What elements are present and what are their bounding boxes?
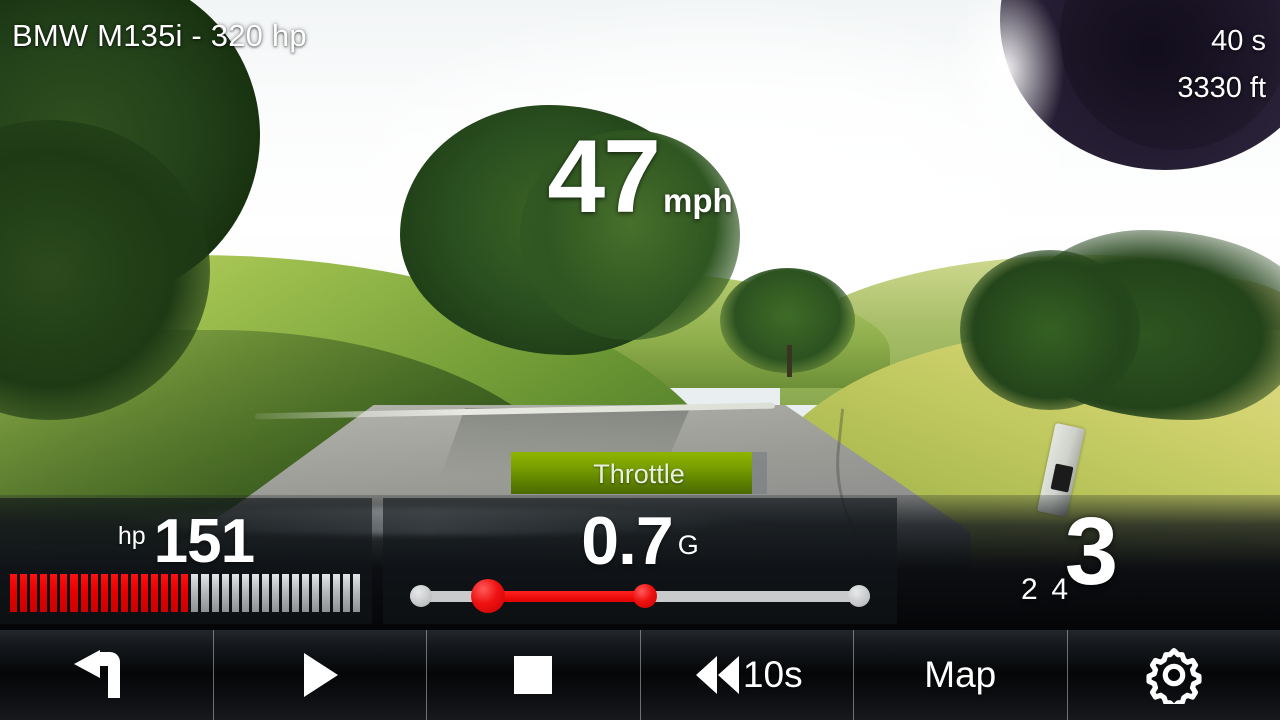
power-segment — [272, 574, 280, 612]
power-segment — [80, 574, 88, 612]
gforce-panel: 0.7 G — [383, 498, 897, 624]
throttle-gauge: Throttle — [511, 452, 767, 494]
power-segment — [221, 574, 229, 612]
back-button[interactable] — [0, 630, 214, 720]
power-segment — [302, 574, 310, 612]
gforce-track-start-cap — [410, 585, 432, 607]
power-segment — [342, 574, 350, 612]
power-readout: hp 151 — [0, 506, 372, 577]
play-button[interactable] — [214, 630, 427, 720]
power-panel: hp 151 — [0, 498, 372, 624]
speed-unit: mph — [663, 182, 733, 219]
session-stats: 40 s 3330 ft — [1177, 18, 1266, 112]
gforce-track-end-cap — [848, 585, 870, 607]
gforce-value: 0.7 — [581, 503, 674, 579]
power-unit: hp — [117, 522, 146, 550]
power-segment — [100, 574, 108, 612]
gear-icon — [1145, 646, 1203, 704]
gforce-readout: 0.7 G — [383, 502, 897, 580]
power-value: 151 — [153, 507, 255, 576]
gauge-panels: hp 151 0.7 G 2 3 4 — [0, 498, 1280, 624]
bottom-toolbar: 10s Map — [0, 630, 1280, 720]
power-segment — [312, 574, 320, 612]
stop-icon — [514, 656, 553, 694]
gear-next: 4 — [1051, 573, 1068, 606]
rewind-icon — [691, 652, 743, 698]
rewind-label: 10s — [742, 654, 803, 695]
power-segment — [70, 574, 78, 612]
right-treeline-2 — [960, 250, 1140, 410]
power-segment — [322, 574, 330, 612]
session-distance: 3330 ft — [1177, 71, 1266, 104]
gforce-fill — [488, 591, 645, 602]
gforce-unit: G — [677, 530, 699, 560]
gear-current: 3 — [1064, 498, 1119, 605]
power-segment — [241, 574, 249, 612]
throttle-label: Throttle — [593, 459, 685, 489]
map-label: Map — [924, 654, 997, 695]
power-segment — [181, 574, 189, 612]
power-segment — [161, 574, 169, 612]
power-segment — [60, 574, 68, 612]
settings-button[interactable] — [1068, 630, 1280, 720]
power-segment — [110, 574, 118, 612]
power-segment — [20, 574, 28, 612]
map-button[interactable]: Map — [854, 630, 1068, 720]
gear-indicator: 2 3 4 — [903, 498, 1280, 624]
gear-panel: 2 3 4 — [903, 498, 1280, 624]
rewind-10s-button[interactable]: 10s — [641, 630, 854, 720]
power-segment — [120, 574, 128, 612]
power-segment — [151, 574, 159, 612]
speed-readout: 47 mph — [0, 125, 1280, 229]
gforce-peak-marker[interactable] — [632, 584, 657, 608]
gforce-current-marker[interactable] — [471, 579, 506, 613]
power-segment — [40, 574, 48, 612]
stop-button[interactable] — [427, 630, 641, 720]
power-segment — [191, 574, 199, 612]
power-segment — [30, 574, 38, 612]
power-segment — [211, 574, 219, 612]
lone-tree-trunk — [787, 345, 792, 377]
power-segment — [10, 574, 18, 612]
power-segment-bar — [10, 574, 360, 612]
power-segment — [282, 574, 290, 612]
play-icon — [300, 651, 340, 699]
back-arrow-icon — [70, 646, 142, 704]
page-title: BMW M135i - 320 hp — [12, 18, 307, 53]
power-segment — [50, 574, 58, 612]
power-segment — [201, 574, 209, 612]
power-segment — [90, 574, 98, 612]
power-segment — [292, 574, 300, 612]
power-segment — [130, 574, 139, 612]
session-time: 40 s — [1211, 25, 1266, 57]
power-segment — [231, 574, 239, 612]
gforce-slider[interactable] — [410, 579, 870, 613]
power-segment — [251, 574, 259, 612]
power-segment — [141, 574, 149, 612]
power-segment — [261, 574, 270, 612]
power-segment — [171, 574, 179, 612]
speed-value: 47 — [547, 119, 661, 235]
power-segment — [332, 574, 340, 612]
power-segment — [352, 574, 360, 612]
telemetry-hud-screen: BMW M135i - 320 hp 40 s 3330 ft 47 mph Th… — [0, 0, 1280, 720]
